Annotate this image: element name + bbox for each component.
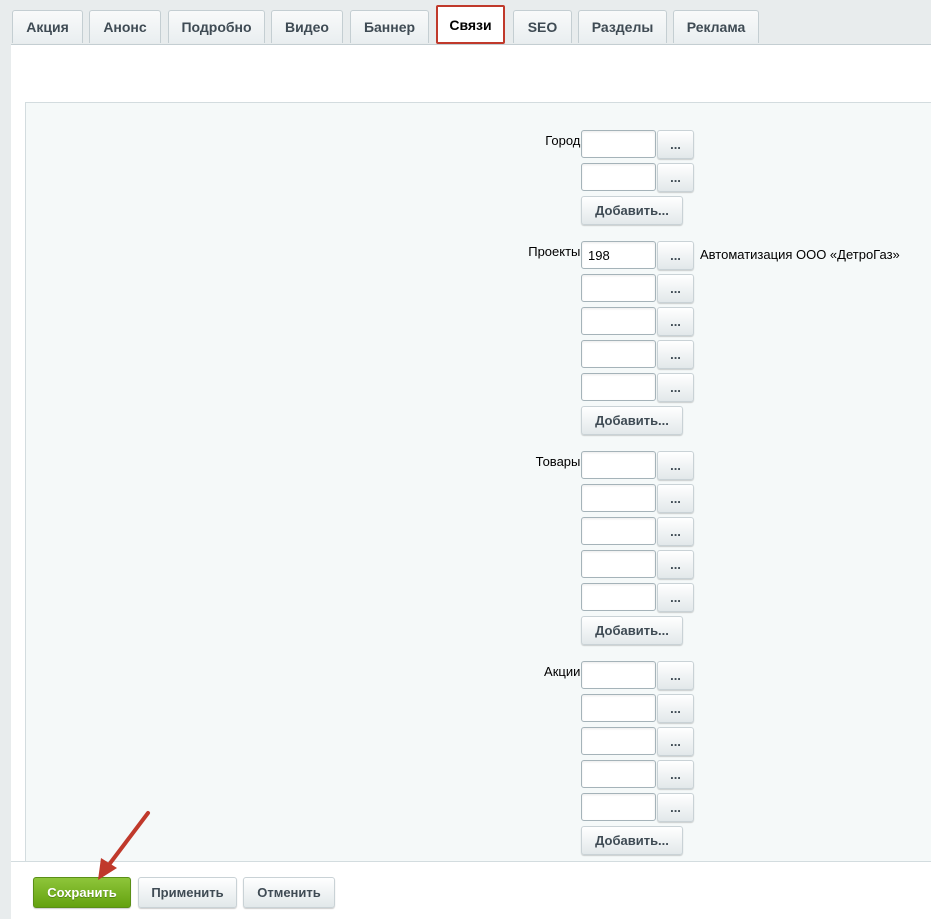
- goods-picker-button[interactable]: ...: [657, 484, 694, 513]
- cancel-button[interactable]: Отменить: [243, 877, 335, 908]
- projects-picker-button[interactable]: ...: [657, 340, 694, 369]
- project-name: Автоматизация ООО «ДетроГаз»: [700, 247, 900, 262]
- tab-anons[interactable]: Анонс: [89, 10, 161, 43]
- projects-picker-button[interactable]: ...: [657, 241, 694, 270]
- goods-id-input[interactable]: [581, 583, 656, 611]
- city-picker-button[interactable]: ...: [657, 130, 694, 159]
- goods-picker-button[interactable]: ...: [657, 550, 694, 579]
- promos-id-input[interactable]: [581, 760, 656, 788]
- projects-picker-button[interactable]: ...: [657, 307, 694, 336]
- goods-picker-button[interactable]: ...: [657, 517, 694, 546]
- goods-id-input[interactable]: [581, 550, 656, 578]
- promos-picker-button[interactable]: ...: [657, 727, 694, 756]
- city-id-input[interactable]: [581, 130, 656, 158]
- city-label: Город:: [545, 133, 584, 148]
- promos-picker-button[interactable]: ...: [657, 793, 694, 822]
- goods-id-input[interactable]: [581, 451, 656, 479]
- city-id-input[interactable]: [581, 163, 656, 191]
- tab-razdely[interactable]: Разделы: [578, 10, 667, 43]
- tab-reklama[interactable]: Реклама: [673, 10, 759, 43]
- tab-podrobno[interactable]: Подробно: [168, 10, 265, 43]
- goods-id-input[interactable]: [581, 484, 656, 512]
- goods-picker-button[interactable]: ...: [657, 583, 694, 612]
- tab-banner[interactable]: Баннер: [350, 10, 429, 43]
- city-picker-button[interactable]: ...: [657, 163, 694, 192]
- tab-content-panel: Город: ... ... Добавить... Проекты: ... …: [11, 44, 931, 863]
- projects-add-button[interactable]: Добавить...: [581, 406, 683, 435]
- tab-video[interactable]: Видео: [271, 10, 343, 43]
- promos-picker-button[interactable]: ...: [657, 760, 694, 789]
- projects-label: Проекты:: [528, 244, 584, 259]
- promos-id-input[interactable]: [581, 793, 656, 821]
- links-form: Город: ... ... Добавить... Проекты: ... …: [25, 102, 931, 863]
- promos-label: Акции:: [544, 664, 584, 679]
- promos-id-input[interactable]: [581, 694, 656, 722]
- arrow-annotation-icon: [98, 811, 150, 880]
- goods-add-button[interactable]: Добавить...: [581, 616, 683, 645]
- goods-label: Товары:: [535, 454, 584, 469]
- projects-id-input[interactable]: [581, 307, 656, 335]
- promos-add-button[interactable]: Добавить...: [581, 826, 683, 855]
- projects-id-input[interactable]: [581, 340, 656, 368]
- projects-picker-button[interactable]: ...: [657, 373, 694, 402]
- tab-svyazi[interactable]: Связи: [436, 5, 505, 44]
- promos-id-input[interactable]: [581, 661, 656, 689]
- promos-picker-button[interactable]: ...: [657, 661, 694, 690]
- projects-picker-button[interactable]: ...: [657, 274, 694, 303]
- city-add-button[interactable]: Добавить...: [581, 196, 683, 225]
- tab-strip: Акция Анонс Подробно Видео Баннер Связи …: [0, 0, 931, 44]
- projects-id-input[interactable]: [581, 373, 656, 401]
- promos-id-input[interactable]: [581, 727, 656, 755]
- tab-seo[interactable]: SEO: [513, 10, 572, 43]
- tab-aktsiya[interactable]: Акция: [12, 10, 83, 43]
- goods-id-input[interactable]: [581, 517, 656, 545]
- promos-picker-button[interactable]: ...: [657, 694, 694, 723]
- projects-id-input[interactable]: [581, 274, 656, 302]
- projects-id-input[interactable]: [581, 241, 656, 269]
- goods-picker-button[interactable]: ...: [657, 451, 694, 480]
